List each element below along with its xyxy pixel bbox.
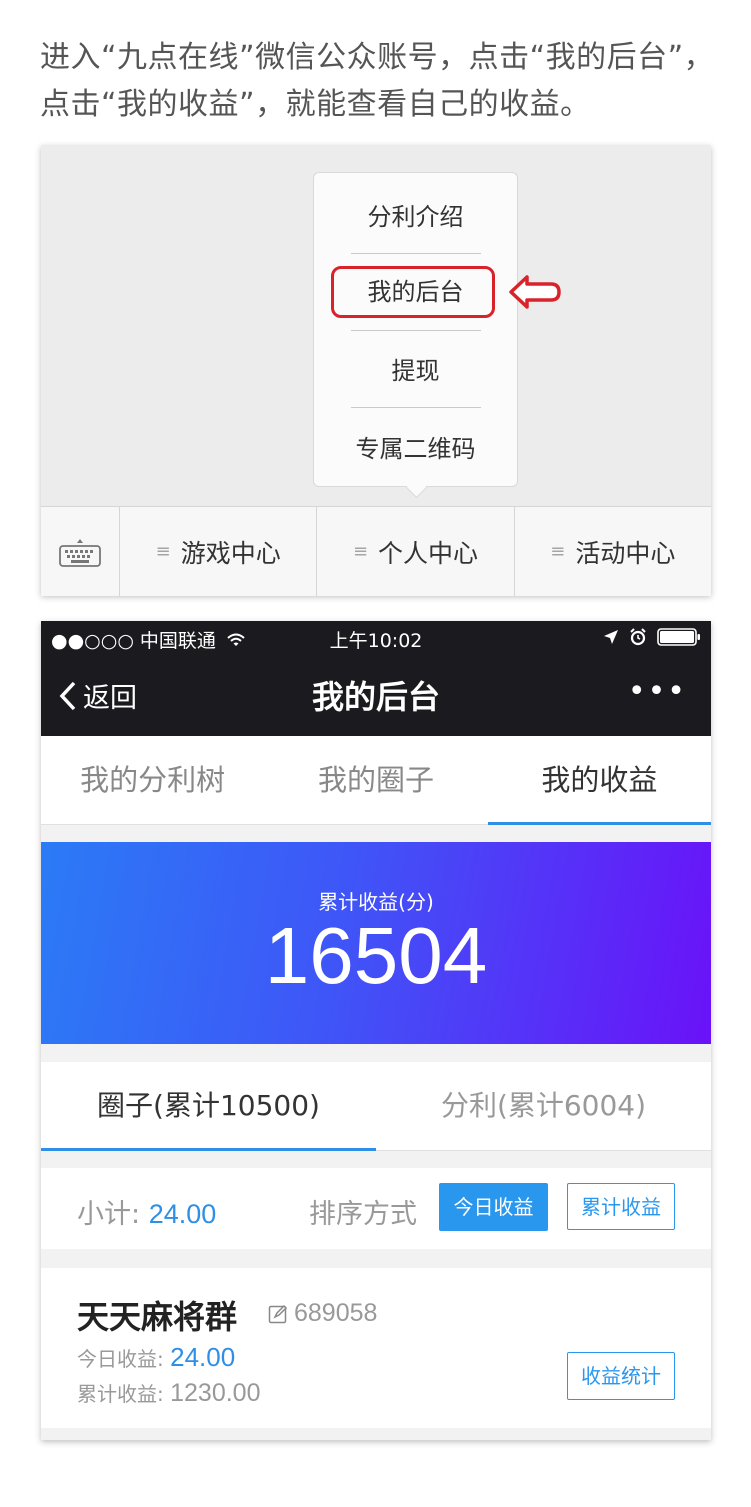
intro-text: 进入“九点在线”微信公众账号，点击“我的后台”，点击“我的收益”，就能查看自己的… [40,40,715,122]
tab-distribution-tree[interactable]: 我的分利树 [41,736,264,824]
subtotal: 小计: 24.00 [77,1199,217,1230]
total-earnings-value: 16504 [264,911,488,1000]
highlight-box [331,266,495,318]
menu-activity-center[interactable]: ≡ 活动中心 [515,507,711,596]
menu-label: 活动中心 [575,538,676,568]
popup-arrow [405,476,428,499]
menu-label: 游戏中心 [180,538,281,568]
edit-icon[interactable] [268,1304,288,1324]
wechat-menu-screenshot: 分利介绍 我的后台 提现 专属二维码 ≡ 游戏中心 ≡ 个人中心 ≡ 活动中心 [41,145,711,596]
alarm-icon [630,628,646,646]
earnings-stats-button[interactable]: 收益统计 [567,1352,675,1400]
battery-icon [657,628,700,646]
status-icons [603,628,701,646]
menu-game-center[interactable]: ≡ 游戏中心 [120,507,318,596]
subtab-circle[interactable]: 圈子(累计10500) [41,1062,376,1151]
popup-item-intro[interactable]: 分利介绍 [314,197,517,237]
more-icon[interactable]: ••• [628,674,687,709]
menu-lines-icon: ≡ [155,541,171,562]
bottom-menu-bar: ≡ 游戏中心 ≡ 个人中心 ≡ 活动中心 [41,506,711,596]
divider [351,407,481,408]
subtab-distribution[interactable]: 分利(累计6004) [376,1062,711,1150]
keyboard-icon [59,538,101,567]
sort-label: 排序方式 [309,1199,417,1230]
keyboard-toggle[interactable] [41,507,120,596]
popup-item-withdraw[interactable]: 提现 [314,351,517,391]
popup-menu: 分利介绍 我的后台 提现 专属二维码 [313,172,518,499]
phone-screenshot: ●●○○○ 中国联通 上午10:02 返回 我的后台 ••• 我的分利树 我的圈… [41,621,711,1440]
earnings-banner: 累计收益(分) 16504 [41,842,711,1044]
total-earnings: 累计收益: 1230.00 [77,1379,261,1407]
location-arrow-icon [604,630,618,644]
divider [351,330,481,331]
sub-tabs: 圈子(累计10500) 分利(累计6004) [41,1062,711,1151]
sort-today-button[interactable]: 今日收益 [439,1183,548,1231]
today-earnings: 今日收益: 24.00 [77,1342,236,1372]
group-id: 689058 [294,1299,378,1327]
group-name: 天天麻将群 [77,1298,238,1336]
page-title: 我的后台 [311,678,440,716]
status-bar: ●●○○○ 中国联通 上午10:02 [41,621,711,654]
divider [351,253,481,254]
pointing-hand-icon [509,275,561,309]
menu-personal-center[interactable]: ≡ 个人中心 [317,507,515,596]
sort-total-button[interactable]: 累计收益 [567,1183,675,1230]
list-item: 天天麻将群 689058 今日收益: 24.00 累计收益: 1230.00 收… [41,1268,711,1428]
popup-item-qrcode[interactable]: 专属二维码 [314,429,517,469]
nav-bar: 返回 我的后台 ••• [41,654,711,736]
tab-my-circle[interactable]: 我的圈子 [264,736,487,824]
sort-bar: 小计: 24.00 排序方式 今日收益 累计收益 [41,1168,711,1249]
top-tabs: 我的分利树 我的圈子 我的收益 [41,736,711,825]
menu-label: 个人中心 [378,538,479,568]
menu-lines-icon: ≡ [550,541,566,562]
menu-lines-icon: ≡ [352,541,369,562]
tab-my-earnings[interactable]: 我的收益 [487,736,711,825]
